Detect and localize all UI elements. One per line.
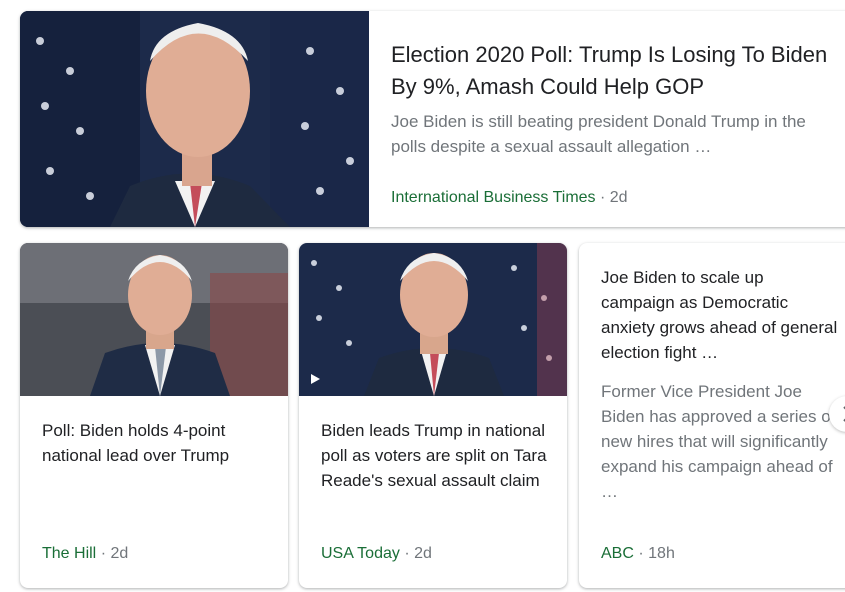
source-name: International Business Times bbox=[391, 189, 596, 206]
separator-dot: · bbox=[100, 545, 107, 562]
story-age: 2d bbox=[110, 545, 129, 562]
source-name: The Hill bbox=[42, 545, 97, 562]
carousel-next-button[interactable] bbox=[829, 396, 845, 432]
separator-dot: · bbox=[600, 189, 606, 206]
separator-dot: · bbox=[404, 545, 410, 562]
top-story-snippet: Joe Biden is still beating president Don… bbox=[391, 112, 806, 156]
top-story-card[interactable]: Election 2020 Poll: Trump Is Losing To B… bbox=[20, 11, 845, 227]
story-card-the-hill[interactable]: Poll: Biden holds 4-point national lead … bbox=[20, 243, 288, 588]
story-headline[interactable]: Poll: Biden holds 4-point national lead … bbox=[42, 418, 270, 468]
story-headline[interactable]: Biden leads Trump in national poll as vo… bbox=[321, 418, 549, 493]
biden-photo-flag-background bbox=[20, 11, 369, 227]
play-icon bbox=[309, 373, 321, 385]
story-age: 18h bbox=[648, 545, 675, 562]
chevron-right-icon bbox=[843, 406, 845, 422]
top-story-source-line: International Business Times · 2d bbox=[391, 187, 628, 209]
story-card-usa-today[interactable]: Biden leads Trump in national poll as vo… bbox=[299, 243, 567, 588]
biden-photo-rally bbox=[20, 243, 288, 396]
top-story-headline[interactable]: Election 2020 Poll: Trump Is Losing To B… bbox=[391, 39, 831, 103]
top-story-thumbnail[interactable] bbox=[20, 11, 369, 227]
biden-photo-flag-background bbox=[299, 243, 567, 396]
story-headline[interactable]: Joe Biden to scale up campaign as Democr… bbox=[601, 265, 841, 365]
story-source-line: ABC · 18h bbox=[601, 543, 675, 565]
source-name: ABC bbox=[601, 545, 634, 562]
story-age: 2d bbox=[414, 545, 432, 562]
story-source-line: The Hill · 2d bbox=[42, 543, 128, 565]
source-name: USA Today bbox=[321, 545, 400, 562]
story-thumbnail[interactable] bbox=[299, 243, 567, 396]
story-thumbnail[interactable] bbox=[20, 243, 288, 396]
story-snippet: Former Vice President Joe Biden has appr… bbox=[601, 382, 836, 501]
story-age: 2d bbox=[609, 189, 628, 206]
story-source-line: USA Today · 2d bbox=[321, 543, 432, 565]
separator-dot: · bbox=[638, 545, 644, 562]
story-card-abc[interactable]: Joe Biden to scale up campaign as Democr… bbox=[579, 243, 845, 588]
